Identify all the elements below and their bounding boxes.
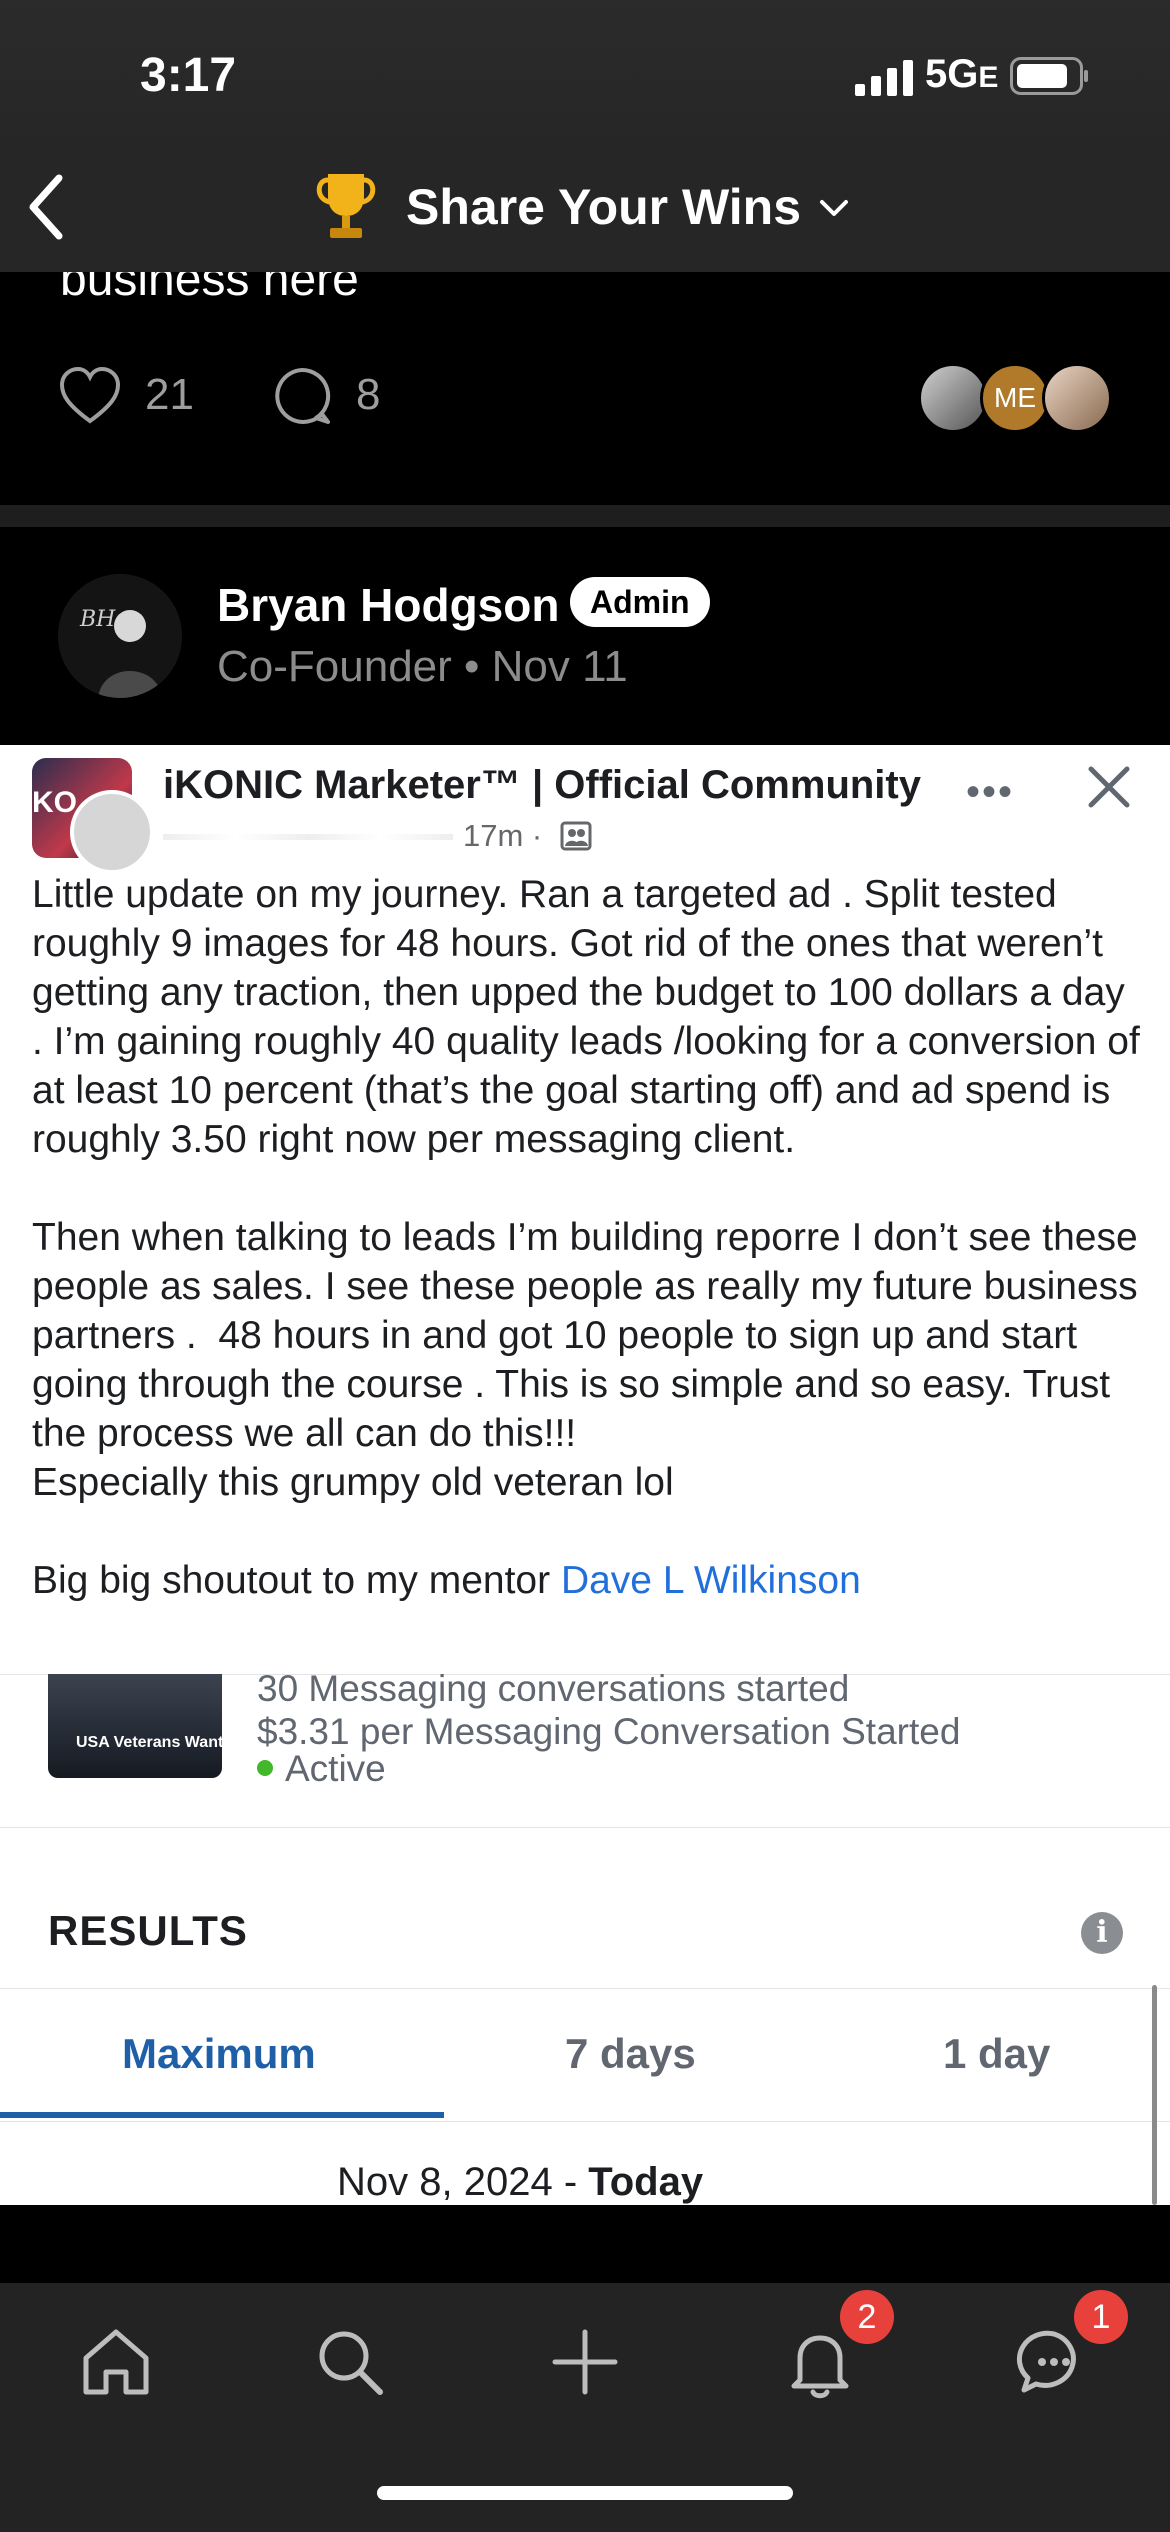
- home-indicator[interactable]: [377, 2486, 793, 2500]
- avatar: [70, 790, 154, 874]
- mention-link: Dave L Wilkinson: [560, 1559, 861, 1602]
- avatar: [1042, 363, 1112, 433]
- post-body-text: Little update on my journey. Ran a targe…: [32, 873, 1140, 1602]
- comment-count: 8: [356, 370, 381, 419]
- trophy-icon: [316, 174, 376, 238]
- page-title[interactable]: Share Your Wins: [406, 178, 801, 236]
- home-icon[interactable]: [76, 2322, 156, 2402]
- ad-metric-conversations: 30 Messaging conversations started: [257, 1668, 850, 1709]
- messages-badge: 1: [1074, 2290, 1128, 2344]
- status-dot-icon: [257, 1760, 273, 1776]
- ad-metric-cost: $3.31 per Messaging Conversation Started: [257, 1711, 961, 1752]
- tab-7-days: 7 days: [565, 2030, 696, 2077]
- feed-gap: [0, 2205, 1170, 2283]
- post-time: 17m ·: [463, 818, 543, 853]
- scrollbar: [1152, 1985, 1157, 2205]
- tab-maximum: Maximum: [122, 2030, 316, 2077]
- more-icon: •••: [966, 770, 1015, 814]
- avatar: [918, 363, 988, 433]
- group-name: iKONIC Marketer™ | Official Community: [163, 763, 921, 807]
- ad-status: Active: [285, 1748, 386, 1789]
- signal-icon: [855, 60, 913, 96]
- heart-icon[interactable]: [58, 365, 122, 425]
- search-icon[interactable]: [310, 2322, 390, 2402]
- network-label: 5GE: [925, 52, 999, 96]
- blurred-author-name: [163, 834, 453, 840]
- info-icon: i: [1081, 1912, 1123, 1954]
- ad-thumbnail: [48, 1674, 222, 1778]
- date-range: Nov 8, 2024 - Today: [337, 2160, 704, 2204]
- like-count: 21: [145, 370, 194, 419]
- back-chevron-icon[interactable]: [25, 170, 69, 244]
- close-icon: [1088, 766, 1130, 808]
- battery-icon: [1010, 57, 1088, 95]
- plus-icon[interactable]: [545, 2322, 625, 2402]
- post-divider: [0, 505, 1170, 527]
- avatar[interactable]: BH: [58, 574, 182, 698]
- chevron-down-icon[interactable]: [818, 196, 850, 220]
- active-tab-indicator: [0, 2112, 444, 2118]
- author-name[interactable]: Bryan Hodgson: [217, 578, 559, 632]
- post-body: Little update on my journey. Ran a targe…: [32, 870, 1142, 1605]
- tab-1-day: 1 day: [943, 2030, 1051, 2077]
- results-heading: RESULTS: [48, 1907, 248, 1954]
- author-role-date: Co-Founder • Nov 11: [217, 642, 628, 691]
- comment-icon[interactable]: [270, 364, 334, 428]
- admin-badge: Admin: [570, 577, 710, 627]
- notifications-badge: 2: [840, 2290, 894, 2344]
- author-avatar-icon: BH: [58, 574, 182, 698]
- ad-thumbnail-text: USA Veterans Wanted!: [76, 1734, 248, 1751]
- avatar: ME: [980, 363, 1050, 433]
- svg-text:BH: BH: [79, 607, 116, 632]
- group-privacy-icon: [560, 821, 592, 851]
- status-time: 3:17: [140, 49, 237, 102]
